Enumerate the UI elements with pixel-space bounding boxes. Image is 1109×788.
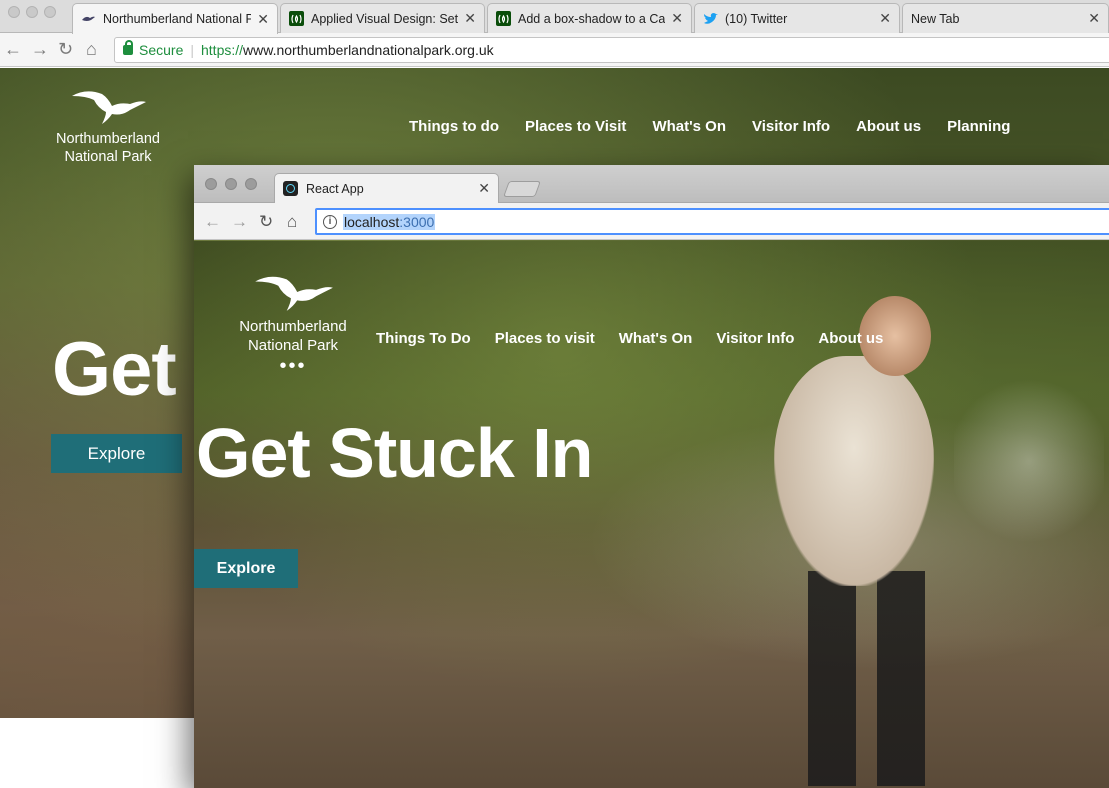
brand-line-1: Northumberland	[239, 318, 347, 335]
info-icon[interactable]: i	[323, 214, 337, 229]
inner-address-bar[interactable]: i localhost:3000	[315, 208, 1109, 235]
reload-icon[interactable]: ↻	[58, 39, 73, 59]
window-minimize-control[interactable]	[26, 6, 38, 18]
nav-places-to-visit[interactable]: Places to visit	[495, 330, 595, 347]
nav-about-us[interactable]: About us	[856, 118, 921, 135]
hero-photo-person	[774, 356, 934, 586]
outer-explore-button[interactable]: Explore	[51, 434, 182, 473]
window-zoom-control[interactable]	[245, 178, 257, 190]
nav-visitor-info[interactable]: Visitor Info	[716, 330, 794, 347]
tab-title: Applied Visual Design: Set	[311, 11, 459, 26]
hero-photo-legs	[784, 571, 944, 786]
tab-close-icon[interactable]: ✕	[464, 10, 476, 27]
hero-title: Get Stuck In	[196, 414, 593, 492]
new-tab-button[interactable]	[503, 181, 541, 197]
tab-close-icon[interactable]: ✕	[478, 180, 490, 197]
explore-button[interactable]: Explore	[194, 549, 298, 588]
inner-toolbar: ← → ↻ ⌂ i localhost:3000	[194, 203, 1109, 240]
inner-tab-bar: React App ✕	[194, 165, 1109, 203]
freecodecamp-favicon-icon	[496, 11, 511, 26]
tab-box-shadow[interactable]: Add a box-shadow to a Car ✕	[487, 3, 692, 33]
brand-line-2: National Park	[64, 149, 152, 165]
brand-line-2: National Park	[247, 337, 339, 354]
address-separator: |	[190, 42, 194, 58]
tab-close-icon[interactable]: ✕	[879, 10, 891, 27]
secure-label: Secure	[139, 42, 184, 58]
url-port: :3000	[399, 213, 435, 230]
lock-icon	[123, 40, 133, 55]
tab-title: Northumberland National Pa	[103, 12, 252, 26]
tab-title: React App	[306, 181, 364, 196]
back-arrow-icon[interactable]: ←	[4, 39, 22, 59]
inner-page-content: Northumberland National Park ••• Things …	[194, 241, 1109, 788]
outer-toolbar: ← → ↻ ⌂ Secure | https:// www.northumber…	[0, 33, 1109, 67]
nav-whats-on[interactable]: What's On	[652, 118, 726, 135]
inner-main-nav: Things To Do Places to visit What's On V…	[376, 330, 907, 347]
twitter-bird-icon	[703, 11, 718, 26]
tab-northumberland[interactable]: Northumberland National Pa ✕	[72, 3, 278, 34]
window-zoom-control[interactable]	[44, 6, 56, 18]
nav-things-to-do[interactable]: Things to do	[409, 118, 499, 135]
nav-planning[interactable]: Planning	[947, 118, 1010, 135]
site-logo[interactable]: Northumberland National Park	[48, 86, 168, 166]
back-arrow-icon[interactable]: ←	[204, 212, 221, 232]
tab-close-icon[interactable]: ✕	[257, 11, 269, 28]
window-close-control[interactable]	[8, 6, 20, 18]
brand-line-1: Northumberland	[56, 131, 160, 147]
water-splash	[954, 361, 1104, 561]
secure-indicator[interactable]: Secure	[123, 40, 184, 58]
heron-logo-icon	[255, 276, 333, 311]
outer-address-bar[interactable]: Secure | https:// www.northumberlandnati…	[114, 37, 1109, 63]
forward-arrow-icon[interactable]: →	[231, 212, 248, 232]
outer-main-nav: Things to do Places to Visit What's On V…	[409, 118, 1036, 135]
window-close-control[interactable]	[205, 178, 217, 190]
nav-visitor-info[interactable]: Visitor Info	[752, 118, 830, 135]
nav-whats-on[interactable]: What's On	[619, 330, 693, 347]
tab-twitter[interactable]: (10) Twitter ✕	[694, 3, 900, 33]
window-minimize-control[interactable]	[225, 178, 237, 190]
outer-tab-bar: Northumberland National Pa ✕ Applied Vis…	[0, 0, 1109, 34]
url-host: www.northumberlandnationalpark.org.uk	[243, 42, 494, 58]
react-atom-icon	[283, 181, 298, 196]
url-host: localhost	[344, 213, 400, 230]
tab-new-tab[interactable]: New Tab ✕	[902, 3, 1109, 33]
tab-title: (10) Twitter	[725, 11, 788, 26]
reload-icon[interactable]: ↻	[259, 212, 273, 232]
home-icon[interactable]: ⌂	[287, 212, 297, 232]
nav-places-to-visit[interactable]: Places to Visit	[525, 118, 626, 135]
tab-react-app[interactable]: React App ✕	[274, 173, 499, 203]
tab-title: New Tab	[911, 11, 960, 26]
freecodecamp-favicon-icon	[289, 11, 304, 26]
outer-hero-title: Get	[52, 327, 177, 412]
heron-logo-icon	[72, 91, 146, 124]
inner-browser-window: React App ✕ ← → ↻ ⌂ i localhost:3000 Nor…	[194, 165, 1109, 788]
tab-close-icon[interactable]: ✕	[1088, 10, 1100, 27]
nav-about-us[interactable]: About us	[818, 330, 883, 347]
home-icon[interactable]: ⌂	[86, 39, 97, 59]
forward-arrow-icon[interactable]: →	[31, 39, 49, 59]
url-protocol: https://	[201, 42, 244, 58]
site-logo[interactable]: Northumberland National Park •••	[231, 271, 355, 376]
nav-things-to-do[interactable]: Things To Do	[376, 330, 471, 347]
url-text: localhost:3000	[343, 213, 436, 230]
tab-applied-visual-design[interactable]: Applied Visual Design: Set ✕	[280, 3, 485, 33]
tab-close-icon[interactable]: ✕	[671, 10, 683, 27]
heron-favicon-icon	[81, 12, 96, 27]
more-dots-icon[interactable]: •••	[231, 356, 355, 376]
white-panel	[0, 718, 200, 788]
tab-title: Add a box-shadow to a Car	[518, 11, 666, 26]
